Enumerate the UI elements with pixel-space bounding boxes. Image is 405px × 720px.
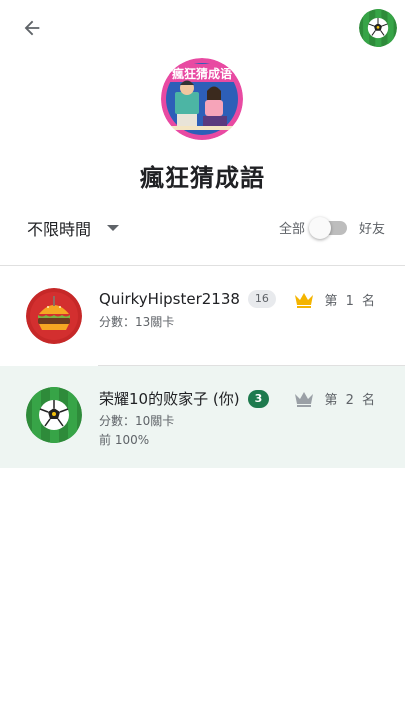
player-score: 分數：10關卡 [99,414,175,428]
player-score: 分數：13關卡 [99,315,175,329]
soccer-ball-avatar-icon [26,387,82,443]
rank-indicator: 第 2 名 [294,389,377,408]
burger-avatar-icon [26,288,82,344]
filter-row: 不限時間 全部 好友 [0,208,405,248]
friends-toggle[interactable] [309,217,349,239]
soccer-ball-icon [359,9,397,47]
gold-crown-icon [295,292,314,308]
level-badge: 16 [247,290,276,308]
player-name: 荣耀10的败家子 (你) [99,390,240,408]
arrow-left-icon [24,20,40,36]
logo-text: 瘋狂猜成语 [171,66,232,81]
player-percentile: 前 100% [99,433,150,447]
player-name-line: 荣耀10的败家子 (你) 3 [99,388,270,409]
game-logo: 瘋狂猜成语 [161,58,243,140]
game-title: 瘋狂猜成語 [140,164,265,192]
rank-label: 第 2 名 [324,393,377,408]
player-avatar-button[interactable] [359,9,397,47]
player-name-line: QuirkyHipster2138 16 [99,290,276,308]
level-badge: 3 [247,389,270,408]
time-range-dropdown[interactable]: 不限時間 [27,214,120,242]
top-bar [0,0,405,56]
time-range-label: 不限時間 [27,220,92,239]
rank-label: 第 1 名 [324,294,377,309]
back-button[interactable] [14,12,50,44]
dropdown-arrow-icon [107,225,120,231]
leaderboard-row[interactable]: QuirkyHipster2138 16 分數：13關卡 第 1 名 [0,266,405,366]
rank-indicator: 第 1 名 [294,290,377,309]
player-name: QuirkyHipster2138 [99,290,240,308]
toggle-friends-label: 好友 [359,222,386,237]
toggle-all-label: 全部 [279,222,306,237]
silver-crown-icon [295,391,314,407]
leaderboard-row-current-player[interactable]: 荣耀10的败家子 (你) 3 分數：10關卡 前 100% 第 2 名 [0,366,405,468]
toggle-thumb [309,217,331,239]
